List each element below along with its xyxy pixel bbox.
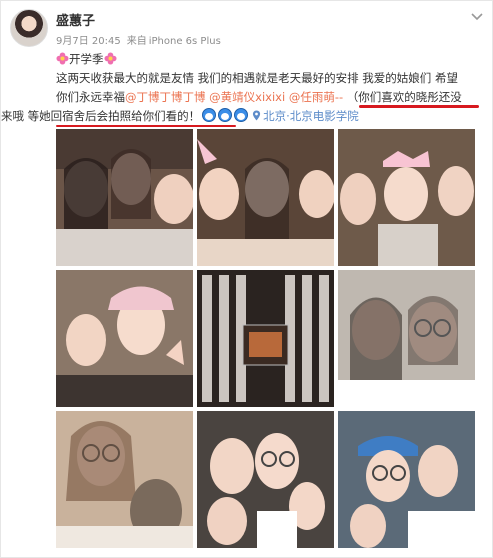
photo-thumbnail[interactable] [338,411,475,548]
avatar[interactable] [10,9,48,47]
location-pin-icon [253,110,261,121]
post-meta: 9月7日 20:45 来自 iPhone 6s Plus [56,32,227,47]
body-line-3: 来哦 等她回宿舍后会拍照给你们看的！ 北京·北京电影学院 [1,107,484,126]
post-text: 开学季 这两天收获最大的就是友情 我们的相遇就是老天最好的安排 我爱的姑娘们 希… [1,50,484,126]
highlighted-text-2: 来哦 等她回宿舍后会拍照给你们看的！ [1,109,201,123]
photo-thumbnail[interactable] [338,129,475,266]
topic-text[interactable]: 开学季 [69,52,104,66]
photo-thumbnail[interactable] [56,129,193,266]
doraemon-emoji-icon [234,108,249,122]
photo-thumbnail[interactable] [56,270,193,407]
topic-line: 开学季 [56,50,484,69]
mention-link[interactable]: @黄靖仪xixixi [209,90,285,104]
chevron-down-icon[interactable] [470,9,484,23]
doraemon-emoji-icon [202,108,217,122]
flower-icon [56,52,69,65]
doraemon-emoji-icon [218,108,233,122]
mention-link[interactable]: @丁博丁博丁博 [125,90,206,104]
red-underline [56,125,236,127]
mention-link[interactable]: @任雨萌-- [289,90,343,104]
post-date[interactable]: 9月7日 20:45 [56,36,121,47]
photo-thumbnail[interactable] [197,270,334,407]
post-source: iPhone 6s Plus [148,36,221,47]
body-line-1: 这两天收获最大的就是友情 我们的相遇就是老天最好的安排 我爱的姑娘们 希望 [56,71,458,85]
photo-thumbnail[interactable] [197,411,334,548]
photo-thumbnail[interactable] [338,270,475,407]
highlighted-text-1: 你们喜欢的晓彤还没 [358,90,462,104]
photo-thumbnail[interactable] [56,411,193,548]
photo-thumbnail[interactable] [197,129,334,266]
source-prefix: 来自 [126,36,147,47]
location-link[interactable]: 北京·北京电影学院 [263,109,359,123]
weibo-post-card: 盛蕙子 9月7日 20:45 来自 iPhone 6s Plus 开学季 这两天收获… [0,0,493,558]
flower-icon [103,52,117,65]
username[interactable]: 盛蕙子 [56,10,95,29]
red-underline [359,105,479,108]
